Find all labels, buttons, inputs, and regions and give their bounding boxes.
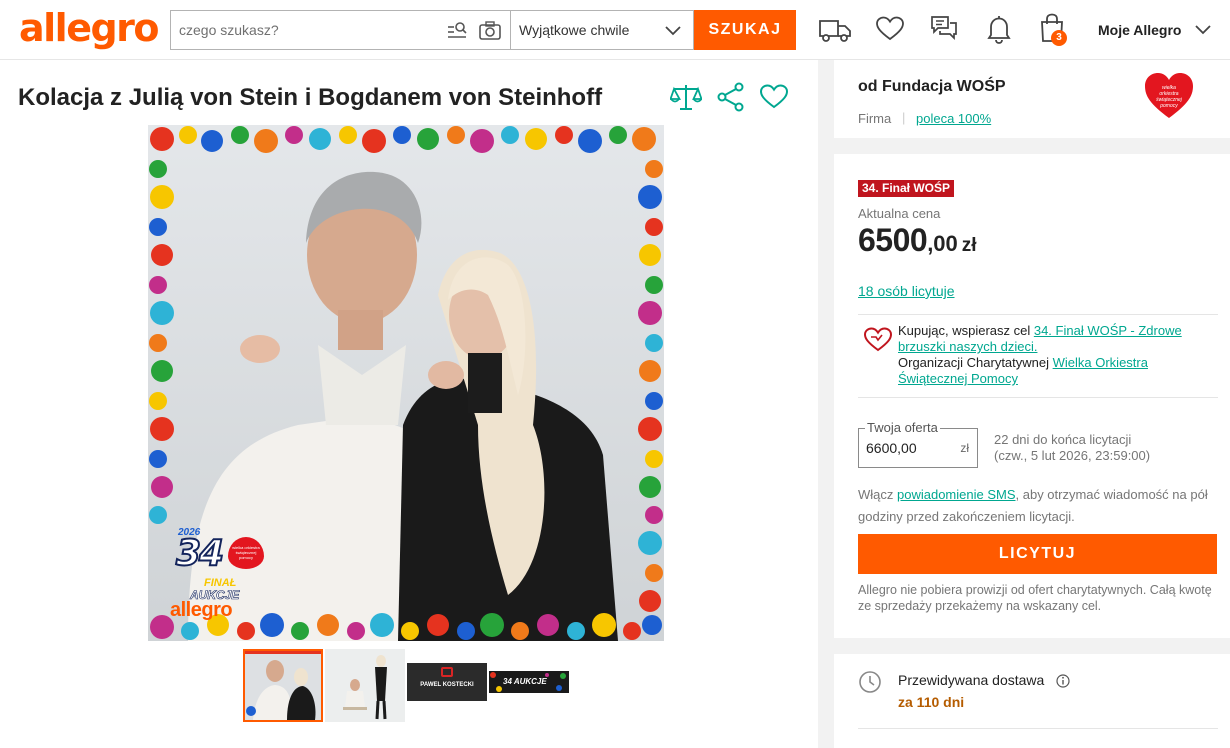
offer-card: 34. Finał WOŚP Aktualna cena 6500,00 zł 1… — [834, 154, 1230, 638]
delivery-title: Przewidywana dostawa — [898, 672, 1045, 688]
account-menu[interactable]: Moje Allegro — [1098, 20, 1182, 40]
event-badge: 34. Finał WOŚP — [858, 180, 955, 197]
bidders-link[interactable]: 18 osób licytuje — [858, 283, 955, 299]
price-decimals: ,00 — [927, 231, 958, 256]
delivery-card: Przewidywana dostawa za 110 dni — [834, 654, 1230, 748]
price-currency: zł — [961, 235, 977, 256]
price-label: Aktualna cena — [858, 206, 941, 221]
search-history-icon[interactable] — [447, 21, 469, 41]
compare-icon[interactable] — [670, 82, 702, 112]
top-header: allegro Wyjątkowe chwile SZUKAJ — [0, 0, 1230, 60]
seller-separator: | — [902, 110, 906, 125]
allegro-logo[interactable]: allegro — [19, 6, 160, 50]
charity-heart-icon — [864, 327, 892, 352]
charity-info: Kupując, wspierasz cel 34. Finał WOŚP - … — [858, 314, 1218, 398]
delivery-estimate: za 110 dni — [898, 694, 965, 710]
seller-name[interactable]: od Fundacja WOŚP — [858, 78, 1006, 96]
camera-logo-icon — [441, 667, 453, 677]
thumbnail-3[interactable]: PAWEL KOSTECKI — [407, 663, 487, 701]
badge-heart-text: wielka orkiestra świątecznej pomocy — [232, 545, 260, 560]
product-title: Kolacja z Julią von Stein i Bogdanem von… — [18, 84, 603, 111]
delivery-truck-icon[interactable] — [818, 14, 852, 44]
wosp-logo-text: wielka orkiestra świątecznej pomocy — [1156, 85, 1182, 109]
favorite-heart-icon[interactable] — [760, 84, 788, 110]
badge-brand: allegro — [170, 599, 233, 621]
search-input[interactable] — [171, 11, 431, 49]
charity-org-prefix: Organizacji Charytatywnej — [898, 355, 1053, 370]
info-icon[interactable] — [1056, 674, 1070, 688]
camera-search-icon[interactable] — [479, 21, 501, 41]
charity-prefix: Kupując, wspierasz cel — [898, 323, 1034, 338]
current-price: 6500,00 zł — [858, 222, 977, 259]
category-select[interactable]: Wyjątkowe chwile — [510, 10, 694, 50]
wosp-auction-badge: 2026 34 wielka orkiestra świątecznej pom… — [168, 527, 268, 623]
main-product-image[interactable]: 2026 34 wielka orkiestra świątecznej pom… — [148, 125, 664, 641]
auction-end-date: (czw., 5 lut 2026, 23:59:00) — [994, 448, 1151, 463]
seller-recommendation-link[interactable]: poleca 100% — [916, 111, 991, 126]
chevron-down-icon — [665, 26, 681, 36]
messages-icon[interactable] — [930, 15, 958, 43]
price-integer: 6500 — [858, 222, 928, 258]
divider — [858, 728, 1218, 729]
chevron-down-icon[interactable] — [1194, 22, 1212, 36]
bid-button[interactable]: LICYTUJ — [858, 534, 1217, 574]
share-icon[interactable] — [716, 82, 746, 112]
thumbnail-strip: PAWEL KOSTECKI 34 AUKCJE — [0, 649, 818, 729]
search-button[interactable]: SZUKAJ — [694, 10, 796, 50]
product-gallery-panel: Kolacja z Julią von Stein i Bogdanem von… — [0, 60, 818, 748]
time-left-text: 22 dni do końca licytacji — [994, 432, 1132, 447]
search-box — [170, 10, 510, 50]
sms-notification-text: Włącz powiadomienie SMS, aby otrzymać wi… — [858, 484, 1222, 528]
cart-count-badge: 3 — [1051, 30, 1067, 46]
seller-card: od Fundacja WOŚP Firma | poleca 100% wie… — [834, 60, 1230, 138]
clock-icon — [859, 671, 881, 693]
thumbnail-3-text: PAWEL KOSTECKI — [420, 682, 474, 688]
bell-icon[interactable] — [986, 14, 1012, 44]
thumbnail-2[interactable] — [325, 649, 405, 722]
thumbnail-1[interactable] — [243, 649, 323, 722]
bid-input-unit: zł — [960, 441, 969, 455]
auction-time-left: 22 dni do końca licytacji (czw., 5 lut 2… — [994, 432, 1150, 464]
sms-notification-link[interactable]: powiadomienie SMS — [897, 487, 1016, 502]
category-select-value: Wyjątkowe chwile — [519, 22, 630, 38]
seller-type: Firma — [858, 111, 892, 126]
wosp-heart-logo: wielka orkiestra świątecznej pomocy — [1144, 72, 1194, 120]
sms-prefix: Włącz — [858, 487, 897, 502]
commission-note: Allegro nie pobiera prowizji od ofert ch… — [858, 583, 1212, 613]
bid-input-field[interactable]: Twoja oferta 6600,00 zł — [858, 420, 978, 468]
charity-text: Kupując, wspierasz cel 34. Finał WOŚP - … — [898, 323, 1208, 387]
badge-number: 34 — [175, 532, 225, 575]
bid-input-label: Twoja oferta — [865, 420, 940, 436]
heart-icon[interactable] — [876, 16, 904, 42]
thumbnail-4[interactable]: 34 AUKCJE — [489, 671, 569, 693]
thumbnail-4-text: 34 AUKCJE — [503, 677, 547, 686]
bid-input-value[interactable]: 6600,00 — [866, 440, 917, 456]
